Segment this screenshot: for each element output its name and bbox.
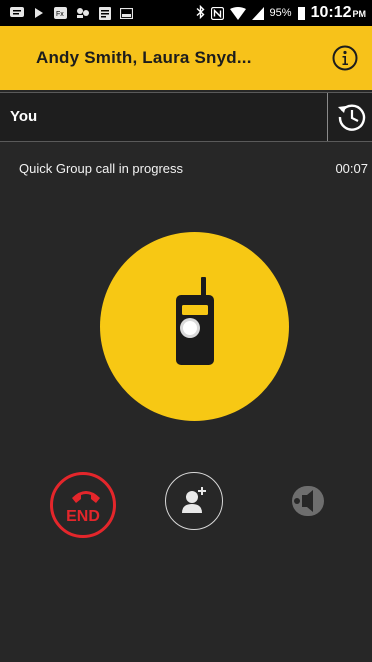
add-participant-icon xyxy=(182,487,206,513)
row-divider xyxy=(327,93,328,141)
conversation-title: Andy Smith, Laura Snyd... xyxy=(36,48,252,67)
contacts-icon xyxy=(77,8,89,18)
battery-percent: 95% xyxy=(269,7,292,19)
svg-text:Fx: Fx xyxy=(56,11,64,18)
info-icon[interactable] xyxy=(332,45,358,71)
active-speaker-label: You xyxy=(10,108,38,125)
fx-icon: Fx xyxy=(54,7,67,19)
clock-ampm: PM xyxy=(352,9,367,19)
message-icon xyxy=(10,7,24,17)
play-icon xyxy=(35,8,43,18)
status-bar: Fx 95% 10:12PM xyxy=(0,0,372,26)
call-timer: 00:07 xyxy=(335,161,368,176)
history-icon[interactable] xyxy=(336,101,368,133)
app-screen: Fx 95% 10:12PM Andy Smith, Laura Snyd...… xyxy=(0,0,372,662)
phone-hangup-icon xyxy=(72,491,100,503)
call-status-text: Quick Group call in progress xyxy=(19,161,184,176)
conversation-header: Andy Smith, Laura Snyd... xyxy=(0,26,372,90)
image-icon xyxy=(120,7,133,19)
speaker-icon[interactable] xyxy=(288,484,328,518)
nfc-icon xyxy=(210,6,224,20)
radio-icon xyxy=(176,277,214,365)
battery-icon xyxy=(297,6,305,20)
push-to-talk-button[interactable] xyxy=(100,232,289,421)
active-speaker-row: You xyxy=(0,92,372,142)
notification-icons: Fx xyxy=(0,6,133,20)
clock: 10:12PM xyxy=(311,4,366,22)
clock-time: 10:12 xyxy=(310,4,352,21)
document-icon xyxy=(99,6,111,20)
add-participant-button[interactable] xyxy=(165,472,223,530)
wifi-icon xyxy=(229,6,246,20)
system-icons: 95% 10:12PM xyxy=(196,0,366,26)
end-call-button[interactable]: END xyxy=(50,472,116,538)
end-call-label: END xyxy=(66,508,100,525)
signal-icon xyxy=(251,6,264,20)
bluetooth-icon xyxy=(196,4,205,22)
